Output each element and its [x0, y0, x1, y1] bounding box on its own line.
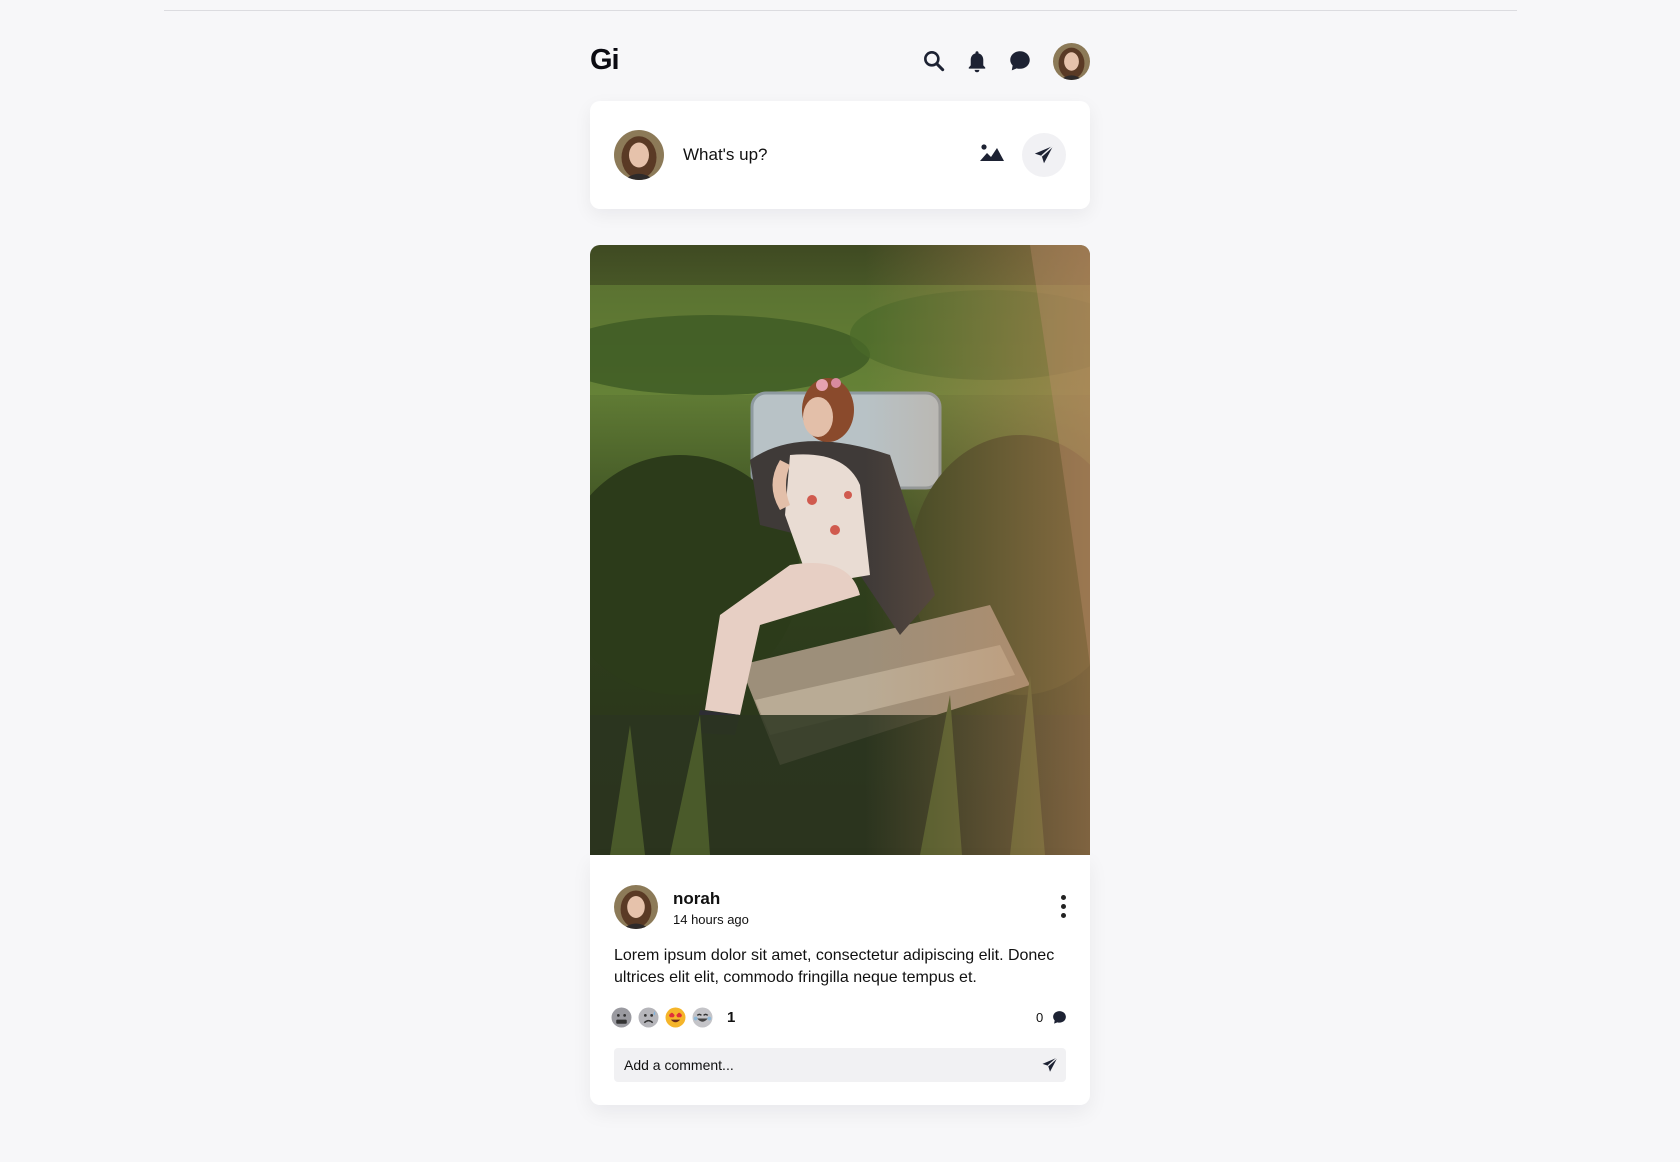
- top-divider: [164, 10, 1517, 11]
- comment-count: 0: [1036, 1010, 1044, 1025]
- send-comment-icon[interactable]: [1041, 1056, 1059, 1074]
- profile-avatar[interactable]: [1053, 43, 1090, 80]
- author-name[interactable]: norah: [673, 889, 720, 909]
- more-options-icon[interactable]: [1056, 895, 1070, 919]
- post-timestamp: 14 hours ago: [673, 912, 749, 927]
- post-card: norah 14 hours ago Lorem ipsum dolor sit…: [590, 855, 1090, 1105]
- post-photo[interactable]: [590, 245, 1090, 855]
- composer-avatar: [614, 130, 664, 180]
- app-logo[interactable]: Gi: [590, 44, 620, 77]
- author-avatar[interactable]: [614, 885, 658, 929]
- face-with-symbols-on-mouth-icon[interactable]: [611, 1007, 632, 1028]
- comment-input[interactable]: [624, 1055, 1004, 1075]
- send-icon: [1034, 145, 1054, 164]
- chat-bubble-icon[interactable]: [1007, 48, 1033, 74]
- search-icon[interactable]: [921, 48, 947, 74]
- anxious-face-with-sweat-icon[interactable]: [638, 1007, 659, 1028]
- comment-icon[interactable]: [1051, 1009, 1068, 1026]
- image-icon[interactable]: [979, 141, 1005, 165]
- face-with-tears-of-joy-icon[interactable]: [692, 1007, 713, 1028]
- smiling-face-with-heart-eyes-icon[interactable]: [665, 1007, 686, 1028]
- send-post-button[interactable]: [1022, 133, 1066, 177]
- post-composer: [590, 101, 1090, 209]
- status-input[interactable]: [683, 142, 943, 168]
- reaction-count: 1: [727, 1009, 736, 1026]
- top-header: Gi: [590, 40, 1090, 84]
- post-text: Lorem ipsum dolor sit amet, consectetur …: [614, 947, 1055, 986]
- bell-icon[interactable]: [964, 48, 990, 74]
- comment-box: [614, 1048, 1066, 1082]
